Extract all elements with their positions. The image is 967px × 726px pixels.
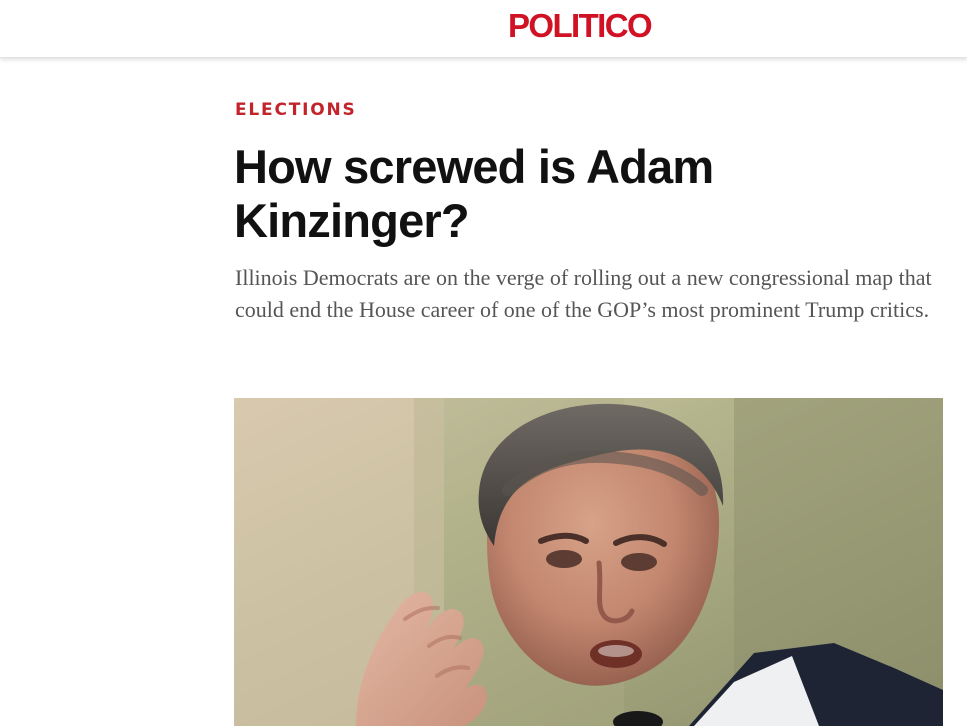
article-dek: Illinois Democrats are on the verge of r… [235,265,932,322]
section-label[interactable]: ELECTIONS [235,99,357,121]
page: POLITICO ELECTIONS How screwed is Adam K… [0,0,967,726]
photo-illustration [234,398,943,726]
lead-photo [234,398,943,726]
article-headline: How screwed is Adam Kinzinger? [234,140,714,247]
site-header: POLITICO [0,0,967,58]
politico-logo[interactable]: POLITICO [508,6,653,46]
